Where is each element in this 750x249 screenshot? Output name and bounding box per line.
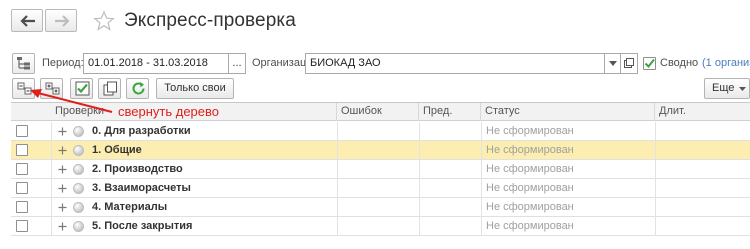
row-name: 3. Взаиморасчеты bbox=[92, 182, 191, 194]
column-divider bbox=[419, 198, 420, 217]
status-indicator-icon bbox=[73, 183, 84, 194]
more-menu-label: Еще bbox=[712, 82, 735, 94]
row-checkbox[interactable] bbox=[16, 201, 28, 213]
row-name: 2. Производство bbox=[92, 163, 183, 175]
expand-plus-icon[interactable] bbox=[58, 184, 67, 193]
expand-plus-icon[interactable] bbox=[58, 146, 67, 155]
period-field[interactable]: 01.01.2018 - 31.03.2018 bbox=[83, 53, 229, 74]
row-status: Не сформирован bbox=[486, 220, 574, 232]
table-row[interactable]: 4. Материалы Не сформирован bbox=[11, 198, 750, 217]
column-divider bbox=[337, 217, 338, 236]
status-indicator-icon bbox=[73, 145, 84, 156]
status-indicator-icon bbox=[73, 202, 84, 213]
column-divider bbox=[655, 217, 656, 236]
table-row[interactable]: 0. Для разработки Не сформирован bbox=[11, 122, 750, 141]
column-divider bbox=[51, 160, 52, 179]
column-divider bbox=[51, 122, 52, 141]
expand-plus-icon[interactable] bbox=[58, 165, 67, 174]
row-status: Не сформирован bbox=[486, 201, 574, 213]
column-divider bbox=[655, 198, 656, 217]
expand-plus-icon[interactable] bbox=[58, 222, 67, 231]
column-divider bbox=[481, 217, 482, 236]
column-divider bbox=[337, 179, 338, 198]
column-divider bbox=[51, 198, 52, 217]
column-header-prev[interactable]: Пред. bbox=[419, 103, 481, 121]
forward-button[interactable] bbox=[45, 9, 77, 32]
status-indicator-icon bbox=[73, 126, 84, 137]
summary-label: Сводно bbox=[660, 57, 699, 69]
status-indicator-icon bbox=[73, 164, 84, 175]
column-divider bbox=[419, 217, 420, 236]
column-divider bbox=[419, 179, 420, 198]
row-status: Не сформирован bbox=[486, 182, 574, 194]
column-divider bbox=[419, 141, 420, 160]
only-own-button[interactable]: Только свои bbox=[156, 78, 234, 99]
column-divider bbox=[337, 141, 338, 160]
column-divider bbox=[419, 160, 420, 179]
table-row[interactable]: 3. Взаиморасчеты Не сформирован bbox=[11, 179, 750, 198]
back-button[interactable] bbox=[11, 9, 43, 32]
chevron-down-icon bbox=[739, 87, 746, 91]
annotation-arrow bbox=[30, 89, 113, 113]
column-divider bbox=[655, 141, 656, 160]
annotation-text: свернуть дерево bbox=[118, 104, 220, 119]
tree-structure-icon bbox=[17, 57, 30, 70]
column-divider bbox=[51, 141, 52, 160]
column-divider bbox=[51, 179, 52, 198]
organization-count-link[interactable]: (1 организац bbox=[702, 57, 750, 69]
row-status: Не сформирован bbox=[486, 125, 574, 137]
row-checkbox[interactable] bbox=[16, 182, 28, 194]
chevron-down-icon bbox=[608, 61, 617, 66]
table-row[interactable]: 2. Производство Не сформирован bbox=[11, 160, 750, 179]
refresh-icon bbox=[132, 82, 145, 95]
more-menu-button[interactable]: Еще bbox=[704, 78, 750, 99]
organization-dropdown-button[interactable] bbox=[604, 53, 621, 74]
checkmark-icon bbox=[644, 58, 655, 69]
summary-checkbox[interactable] bbox=[643, 57, 656, 70]
column-divider bbox=[481, 179, 482, 198]
column-divider bbox=[337, 122, 338, 141]
column-divider bbox=[655, 179, 656, 198]
column-header-errors[interactable]: Ошибок bbox=[337, 103, 419, 121]
column-divider bbox=[481, 160, 482, 179]
row-status: Не сформирован bbox=[486, 163, 574, 175]
open-window-icon bbox=[624, 58, 634, 68]
column-divider bbox=[481, 122, 482, 141]
row-checkbox[interactable] bbox=[16, 125, 28, 137]
row-name: 0. Для разработки bbox=[92, 125, 191, 137]
window-title: Экспресс-проверка bbox=[124, 10, 296, 31]
column-divider bbox=[337, 160, 338, 179]
column-divider bbox=[655, 160, 656, 179]
structure-button[interactable] bbox=[12, 53, 35, 74]
row-checkbox[interactable] bbox=[16, 163, 28, 175]
column-header-duration[interactable]: Длит. bbox=[655, 103, 750, 121]
row-name: 1. Общие bbox=[92, 144, 142, 156]
period-select-button[interactable]: ... bbox=[228, 53, 246, 74]
checks-table[interactable]: Проверки Ошибок Пред. Статус Длит. 0. Дл… bbox=[11, 102, 750, 237]
column-divider bbox=[481, 198, 482, 217]
period-label: Период: bbox=[42, 57, 84, 69]
favorite-star-icon[interactable] bbox=[93, 10, 115, 32]
row-status: Не сформирован bbox=[486, 144, 574, 156]
status-indicator-icon bbox=[73, 221, 84, 232]
column-divider bbox=[655, 122, 656, 141]
row-name: 5. После закрытия bbox=[92, 220, 193, 232]
column-divider bbox=[337, 198, 338, 217]
organization-open-button[interactable] bbox=[620, 53, 638, 74]
column-divider bbox=[419, 122, 420, 141]
table-row[interactable]: 1. Общие Не сформирован bbox=[11, 141, 750, 160]
row-checkbox[interactable] bbox=[16, 144, 28, 156]
column-header-status[interactable]: Статус bbox=[481, 103, 655, 121]
expand-plus-icon[interactable] bbox=[58, 203, 67, 212]
row-checkbox[interactable] bbox=[16, 220, 28, 232]
row-name: 4. Материалы bbox=[92, 201, 168, 213]
arrow-left-icon bbox=[20, 15, 35, 27]
column-divider bbox=[51, 217, 52, 236]
organization-field[interactable]: БИОКАД ЗАО bbox=[305, 53, 605, 74]
expand-plus-icon[interactable] bbox=[58, 127, 67, 136]
table-row[interactable]: 5. После закрытия Не сформирован bbox=[11, 217, 750, 236]
column-divider bbox=[481, 141, 482, 160]
arrow-right-icon bbox=[55, 15, 70, 27]
refresh-button[interactable] bbox=[126, 78, 149, 99]
